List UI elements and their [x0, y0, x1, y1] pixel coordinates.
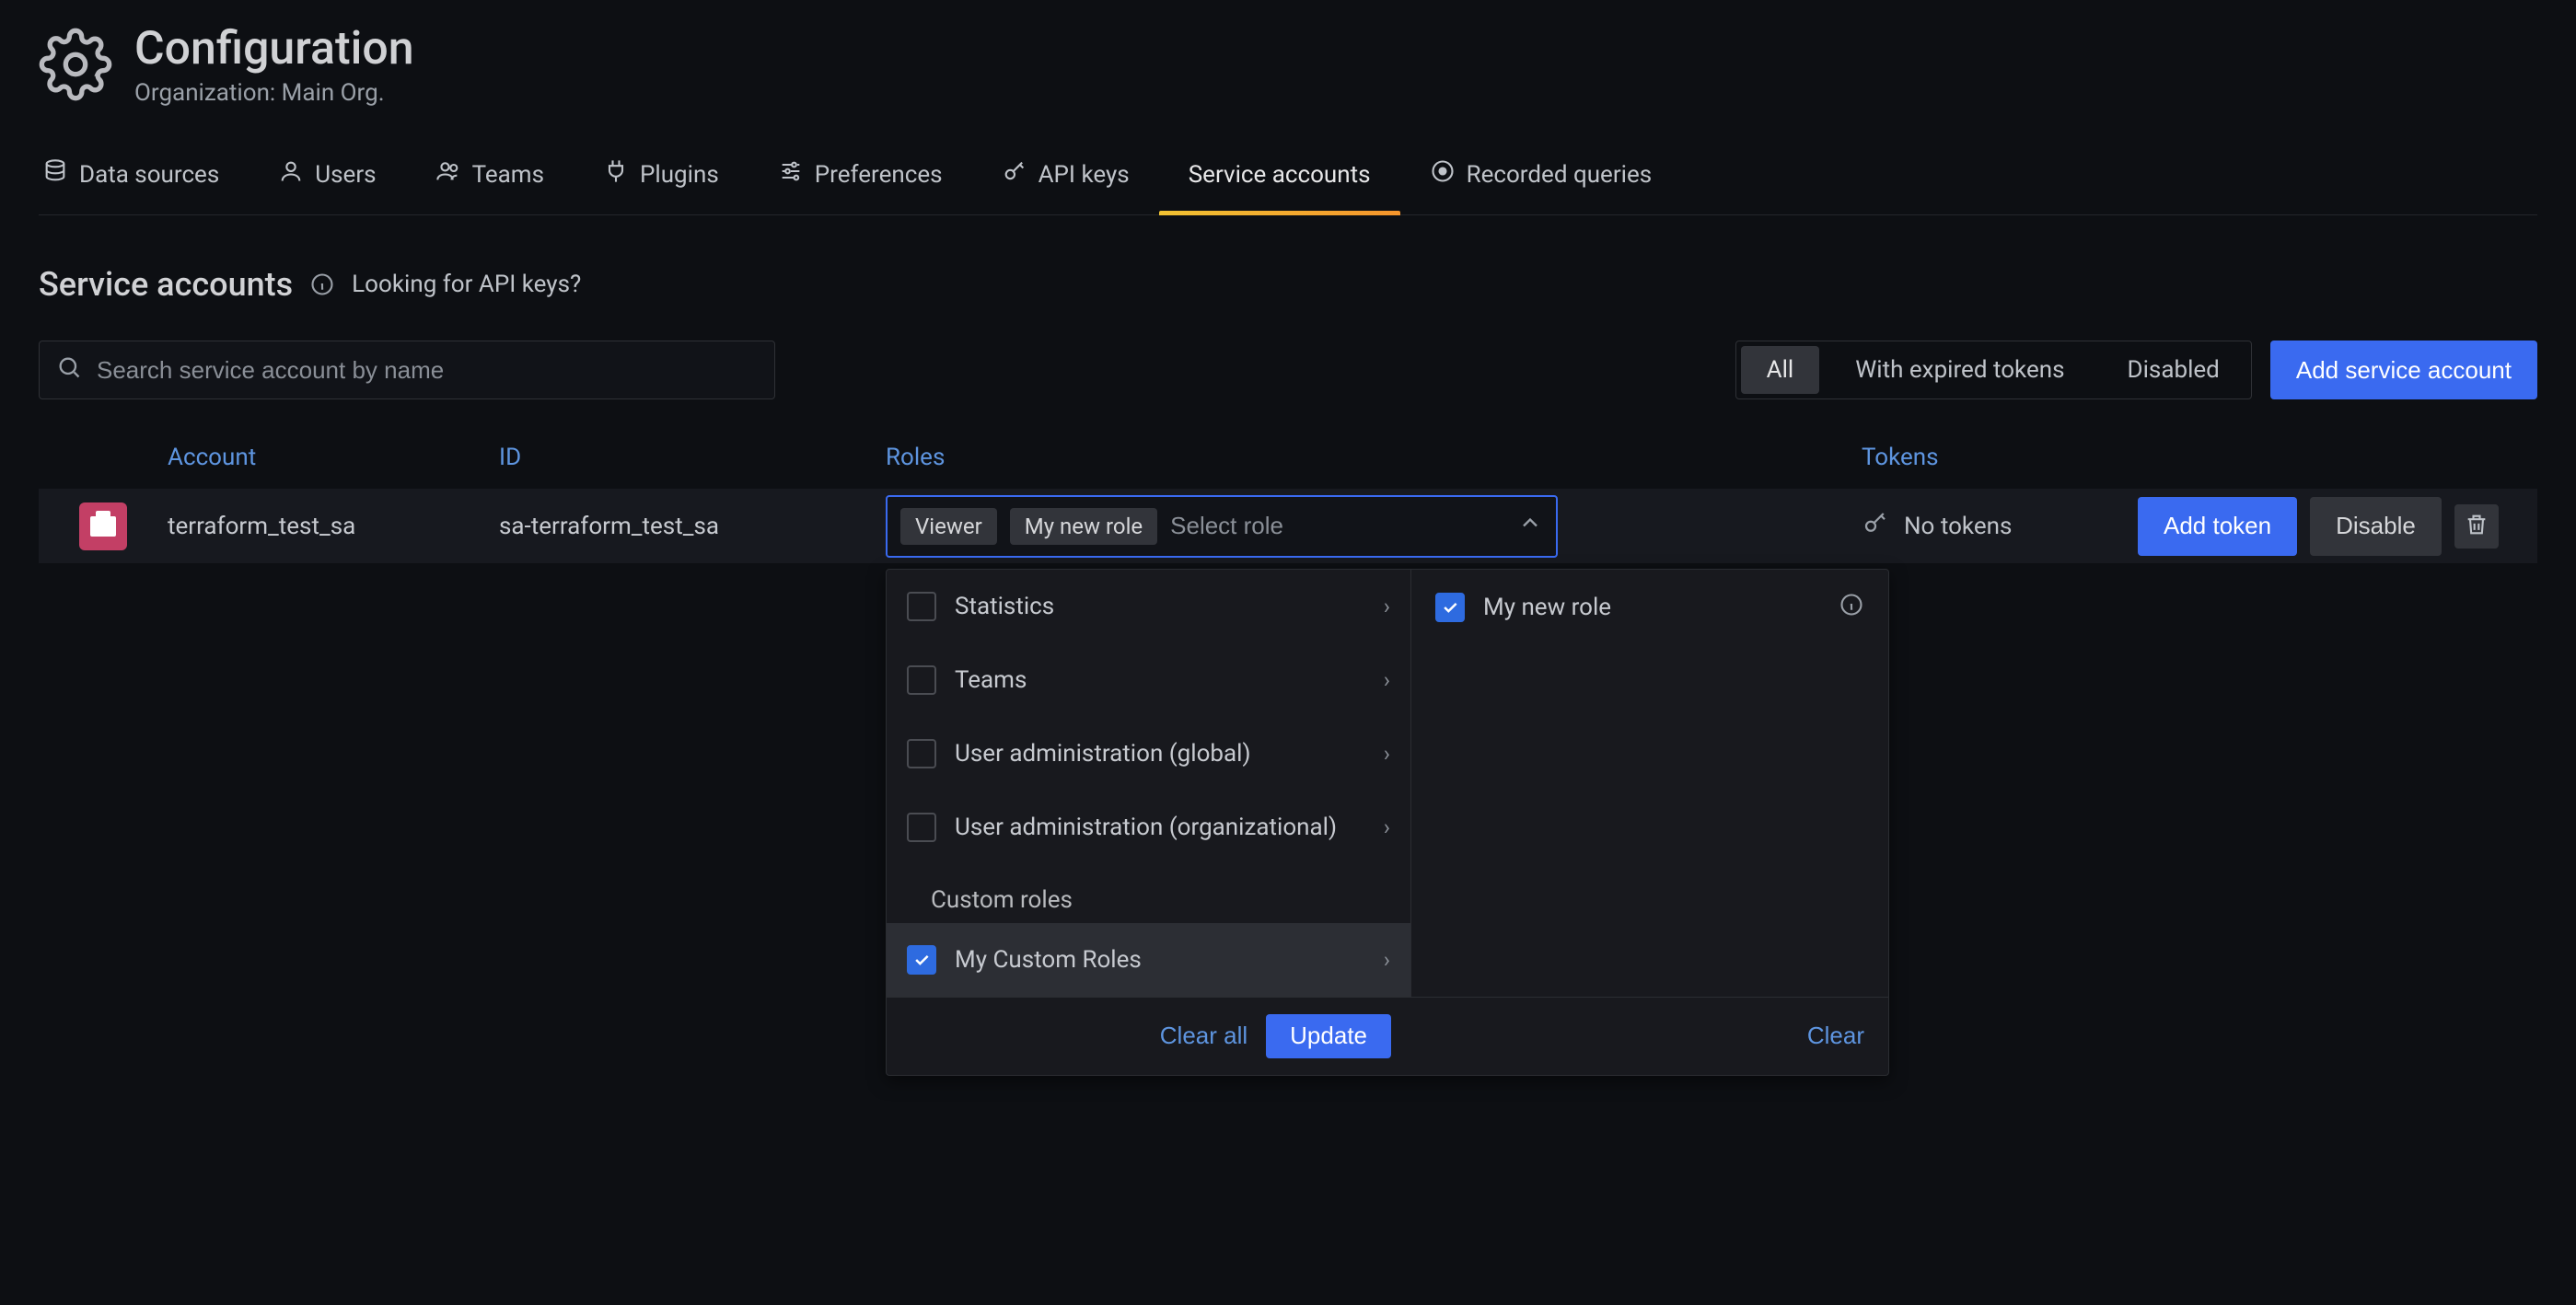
chevron-right-icon: › [1384, 594, 1390, 619]
role-option-user-admin-global[interactable]: User administration (global) › [887, 717, 1410, 791]
role-option-label: User administration (global) [955, 740, 1251, 768]
filter-expired[interactable]: With expired tokens [1824, 341, 2095, 398]
checkbox-checked[interactable] [1435, 593, 1465, 622]
dropdown-left-column: Statistics › Teams › U [887, 570, 1411, 997]
delete-button[interactable] [2454, 504, 2499, 549]
filter-segmented: All With expired tokens Disabled [1735, 341, 2252, 399]
role-option-label: Statistics [955, 593, 1054, 620]
search-input[interactable] [97, 356, 758, 385]
nav-tabs: Data sources Users Teams Plugins Prefere… [39, 142, 2537, 215]
checkbox-unchecked[interactable] [907, 665, 936, 695]
user-icon [278, 158, 304, 191]
tab-plugins[interactable]: Plugins [599, 142, 723, 214]
toolbar: All With expired tokens Disabled Add ser… [39, 341, 2537, 399]
tab-label: API keys [1039, 161, 1130, 189]
tab-api-keys[interactable]: API keys [998, 142, 1133, 214]
role-input[interactable] [1170, 512, 1504, 540]
role-option-my-custom-roles[interactable]: My Custom Roles › [887, 923, 1410, 997]
tab-label: Data sources [79, 161, 219, 189]
col-roles: Roles [886, 444, 1862, 471]
role-dropdown: Statistics › Teams › U [886, 569, 1889, 1076]
section-title: Service accounts [39, 265, 293, 304]
add-service-account-button[interactable]: Add service account [2270, 341, 2537, 399]
page-subtitle: Organization: Main Org. [134, 79, 414, 107]
col-account: Account [168, 444, 499, 471]
record-icon [1430, 158, 1456, 191]
filter-disabled[interactable]: Disabled [2096, 341, 2251, 398]
role-option-user-admin-org[interactable]: User administration (organizational) › [887, 791, 1410, 864]
add-token-button[interactable]: Add token [2138, 497, 2297, 556]
tab-label: Recorded queries [1467, 161, 1653, 189]
tab-label: Service accounts [1189, 161, 1371, 189]
info-icon[interactable] [1839, 592, 1864, 624]
checkbox-unchecked[interactable] [907, 813, 936, 842]
disable-button[interactable]: Disable [2310, 497, 2442, 556]
table-row: terraform_test_sa sa-terraform_test_sa V… [39, 488, 2537, 563]
role-detail-my-new-role[interactable]: My new role [1411, 570, 1888, 646]
sliders-icon [778, 158, 804, 191]
role-section-custom: Custom roles [887, 864, 1410, 923]
page-header: Configuration Organization: Main Org. [39, 22, 2537, 107]
table-header: Account ID Roles Tokens [39, 434, 2537, 488]
tokens-text: No tokens [1904, 513, 2012, 540]
tab-users[interactable]: Users [274, 142, 379, 214]
chevron-right-icon: › [1384, 741, 1390, 767]
info-icon[interactable] [309, 271, 335, 297]
chevron-right-icon: › [1384, 667, 1390, 693]
tab-label: Plugins [640, 161, 719, 189]
chevron-right-icon: › [1384, 814, 1390, 840]
avatar [79, 502, 127, 550]
gear-icon [39, 28, 112, 101]
tab-preferences[interactable]: Preferences [774, 142, 946, 214]
checkbox-unchecked[interactable] [907, 739, 936, 768]
role-chip-my-new-role[interactable]: My new role [1010, 508, 1157, 545]
col-id: ID [499, 444, 886, 471]
account-id: sa-terraform_test_sa [499, 513, 886, 540]
key-icon [1002, 158, 1027, 191]
service-accounts-table: Account ID Roles Tokens terraform_test_s… [39, 434, 2537, 563]
clear-button[interactable]: Clear [1807, 1014, 1864, 1058]
dropdown-right-column: My new role [1411, 570, 1888, 997]
users-icon [435, 158, 461, 191]
role-multiselect[interactable]: Viewer My new role Statistics [886, 495, 1558, 558]
search-input-wrap[interactable] [39, 341, 775, 399]
role-detail-label: My new role [1483, 594, 1611, 621]
tab-teams[interactable]: Teams [432, 142, 548, 214]
col-tokens: Tokens [1862, 444, 2138, 471]
role-option-teams[interactable]: Teams › [887, 643, 1410, 717]
row-actions: Add token Disable [2138, 497, 2576, 556]
key-icon [1862, 509, 1889, 543]
filter-all[interactable]: All [1741, 346, 1820, 394]
tokens-cell: No tokens [1862, 509, 2138, 543]
clear-all-button[interactable]: Clear all [1160, 1014, 1247, 1058]
chevron-right-icon: › [1384, 947, 1390, 973]
dropdown-footer: Clear all Update Clear [887, 997, 1888, 1075]
account-name[interactable]: terraform_test_sa [168, 513, 499, 540]
page-title: Configuration [134, 22, 414, 75]
api-keys-hint[interactable]: Looking for API keys? [352, 271, 581, 298]
role-chip-viewer[interactable]: Viewer [900, 508, 997, 545]
role-option-label: Teams [955, 666, 1027, 694]
tab-label: Users [315, 161, 376, 189]
database-icon [42, 158, 68, 191]
tab-data-sources[interactable]: Data sources [39, 142, 223, 214]
role-option-label: My Custom Roles [955, 946, 1142, 974]
tab-label: Preferences [815, 161, 943, 189]
tab-label: Teams [472, 161, 544, 189]
role-option-label: User administration (organizational) [955, 814, 1337, 841]
trash-icon [2464, 512, 2489, 540]
checkbox-unchecked[interactable] [907, 592, 936, 621]
tab-service-accounts[interactable]: Service accounts [1185, 142, 1375, 214]
plug-icon [603, 158, 629, 191]
role-option-statistics[interactable]: Statistics › [887, 570, 1410, 643]
update-button[interactable]: Update [1266, 1014, 1391, 1058]
checkbox-checked[interactable] [907, 945, 936, 975]
search-icon [56, 354, 82, 387]
chevron-up-icon[interactable] [1517, 510, 1543, 542]
tab-recorded-queries[interactable]: Recorded queries [1426, 142, 1656, 214]
subheader: Service accounts Looking for API keys? [39, 265, 2537, 304]
